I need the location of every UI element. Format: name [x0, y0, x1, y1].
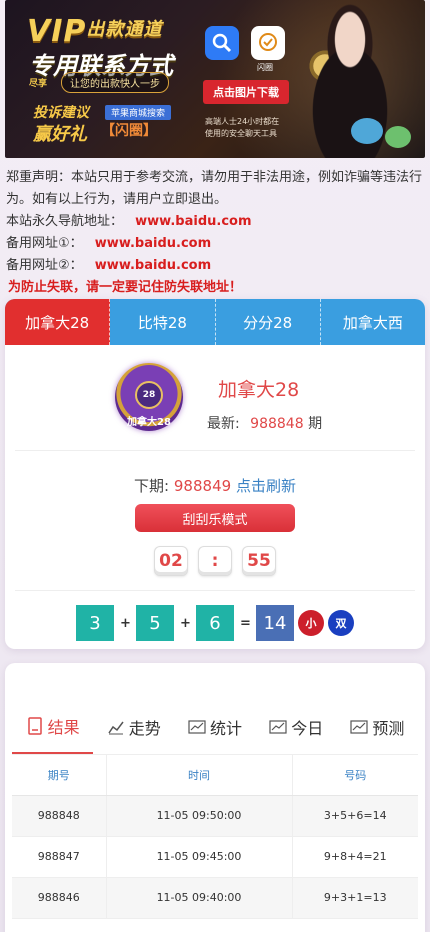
notice-section: 郑重声明：本站只用于参考交流，请勿用于非法用途，例如诈骗等违法行为。如有以上行为… [6, 167, 426, 299]
result-sum: 14 [256, 605, 294, 641]
banner-vip-title: VIP出款通道 [27, 14, 163, 49]
tab-canada28[interactable]: 加拿大28 [5, 299, 111, 345]
backup1-line: 备用网址①： www.baidu.com [6, 233, 426, 255]
backup2-link[interactable]: www.baidu.com [95, 258, 211, 273]
game-name: 加拿大28 [218, 379, 300, 401]
tab-result[interactable]: 结果 [12, 699, 94, 754]
table-row: 988847 11-05 09:45:00 9+8+4=21 [12, 836, 418, 878]
search-icon [205, 26, 239, 60]
nav-address-line: 本站永久导航地址： www.baidu.com [6, 211, 426, 233]
latest-label: 最新: [207, 416, 240, 432]
banner-complain: 投诉建议 [33, 105, 89, 121]
today-icon [269, 719, 287, 734]
history-card: 结果 走势 统计 今日 预测 期号 时间 号码 988848 11-05 09:… [5, 663, 425, 932]
lottery-card: 加拿大28 比特28 分分28 加拿大西 28 加拿大28 加拿大28 最新: … [5, 299, 425, 649]
banner-prize: 赢好礼 [33, 124, 87, 145]
lottery-tabs: 加拿大28 比特28 分分28 加拿大西 [5, 299, 425, 345]
tab-forecast-label: 预测 [372, 718, 405, 738]
chat-bubble-icon [351, 118, 383, 144]
tab-result-label: 结果 [47, 717, 80, 737]
app2-label: 闪圈 [257, 63, 273, 72]
banner-note: 高端人士24小时都在 使用的安全聊天工具 [205, 117, 280, 138]
cell-time: 11-05 09:50:00 [106, 795, 293, 837]
plus-sign: + [120, 615, 131, 631]
col-number: 号码 [292, 755, 418, 796]
tab-forecast[interactable]: 预测 [337, 699, 418, 754]
banner-slogan: 让您的出款快人一步 [61, 72, 169, 93]
banner-logo: 尽享 [29, 79, 48, 89]
cell-number: 3+5+6=14 [292, 795, 418, 837]
table-row: 988848 11-05 09:50:00 3+5+6=14 [12, 795, 418, 837]
result-ball-2: 5 [136, 605, 174, 641]
backup1-link[interactable]: www.baidu.com [95, 236, 211, 251]
scratch-mode-button[interactable]: 刮刮乐模式 [135, 504, 295, 532]
chat-app-icon [251, 26, 285, 60]
banner-flash: 【闪圈】 [101, 123, 157, 139]
tab-fenfen28[interactable]: 分分28 [216, 299, 321, 345]
warning-text: 为防止失联，请一定要记住防失联地址！ [8, 280, 243, 295]
col-issue: 期号 [12, 755, 107, 796]
col-time: 时间 [106, 755, 293, 796]
tab-trend-label: 走势 [128, 718, 161, 738]
history-table: 期号 时间 号码 988848 11-05 09:50:00 3+5+6=14 … [12, 755, 418, 919]
plus-sign: + [180, 615, 191, 631]
backup2-label: 备用网址②： [6, 258, 83, 273]
timer-separator: : [198, 546, 232, 576]
history-tabs: 结果 走势 统计 今日 预测 [12, 699, 418, 755]
backup2-line: 备用网址②： www.baidu.com [6, 255, 426, 277]
tab-trend[interactable]: 走势 [93, 699, 174, 754]
latest-number: 988848 [250, 416, 304, 432]
timer-minutes: 02 [154, 546, 188, 576]
latest-result: 3 + 5 + 6 = 14 小 双 [15, 590, 415, 641]
table-header: 期号 时间 号码 [12, 755, 418, 796]
logo-label: 加拿大28 [127, 417, 171, 428]
timer-seconds: 55 [242, 546, 276, 576]
cell-time: 11-05 09:45:00 [106, 836, 293, 878]
next-number: 988849 [173, 477, 232, 495]
tab-today[interactable]: 今日 [256, 699, 337, 754]
trend-icon [108, 721, 124, 734]
nav-address-label: 本站永久导航地址： [6, 214, 124, 229]
countdown-timer: 02 : 55 [5, 546, 425, 576]
result-ball-1: 3 [76, 605, 114, 641]
game-logo: 28 加拿大28 [115, 363, 183, 431]
download-button[interactable]: 点击图片下载 [203, 80, 289, 104]
game-info: 28 加拿大28 加拿大28 最新: 988848 期 [15, 345, 415, 451]
refresh-link[interactable]: 点击刷新 [236, 477, 296, 495]
next-issue: 下期: 988849 点击刷新 [5, 475, 425, 496]
cell-issue: 988848 [12, 795, 107, 837]
latest-suffix: 期 [308, 416, 323, 432]
tab-bit28[interactable]: 比特28 [110, 299, 216, 345]
tab-canada-west[interactable]: 加拿大西 [321, 299, 425, 345]
cell-number: 9+3+1=13 [292, 877, 418, 919]
table-row: 988846 11-05 09:40:00 9+3+1=13 [12, 877, 418, 919]
logo-ball: 28 [135, 381, 163, 409]
nav-address-link[interactable]: www.baidu.com [135, 214, 251, 229]
next-label: 下期: [134, 477, 170, 495]
size-badge: 小 [298, 610, 324, 636]
result-icon [27, 716, 42, 735]
parity-badge: 双 [328, 610, 354, 636]
cell-time: 11-05 09:40:00 [106, 877, 293, 919]
chat-bubble-icon [385, 126, 411, 148]
latest-issue: 最新: 988848 期 [207, 413, 322, 433]
tab-stats[interactable]: 统计 [174, 699, 255, 754]
cell-number: 9+8+4=21 [292, 836, 418, 878]
result-ball-3: 6 [196, 605, 234, 641]
banner-search-tag: 苹果商城搜索 [105, 105, 172, 120]
tab-today-label: 今日 [291, 718, 324, 738]
forecast-icon [350, 719, 369, 734]
tab-stats-label: 统计 [210, 718, 243, 738]
equals-sign: = [240, 615, 251, 631]
ad-banner[interactable]: VIP出款通道 专用联系方式 尽享 让您的出款快人一步 投诉建议 苹果商城搜索 … [5, 0, 425, 158]
stats-icon [188, 719, 206, 734]
disclaimer-text: 郑重声明：本站只用于参考交流，请勿用于非法用途，例如诈骗等违法行为。如有以上行为… [6, 170, 423, 207]
backup1-label: 备用网址①： [6, 236, 83, 251]
cell-issue: 988847 [12, 836, 107, 878]
cell-issue: 988846 [12, 877, 107, 919]
